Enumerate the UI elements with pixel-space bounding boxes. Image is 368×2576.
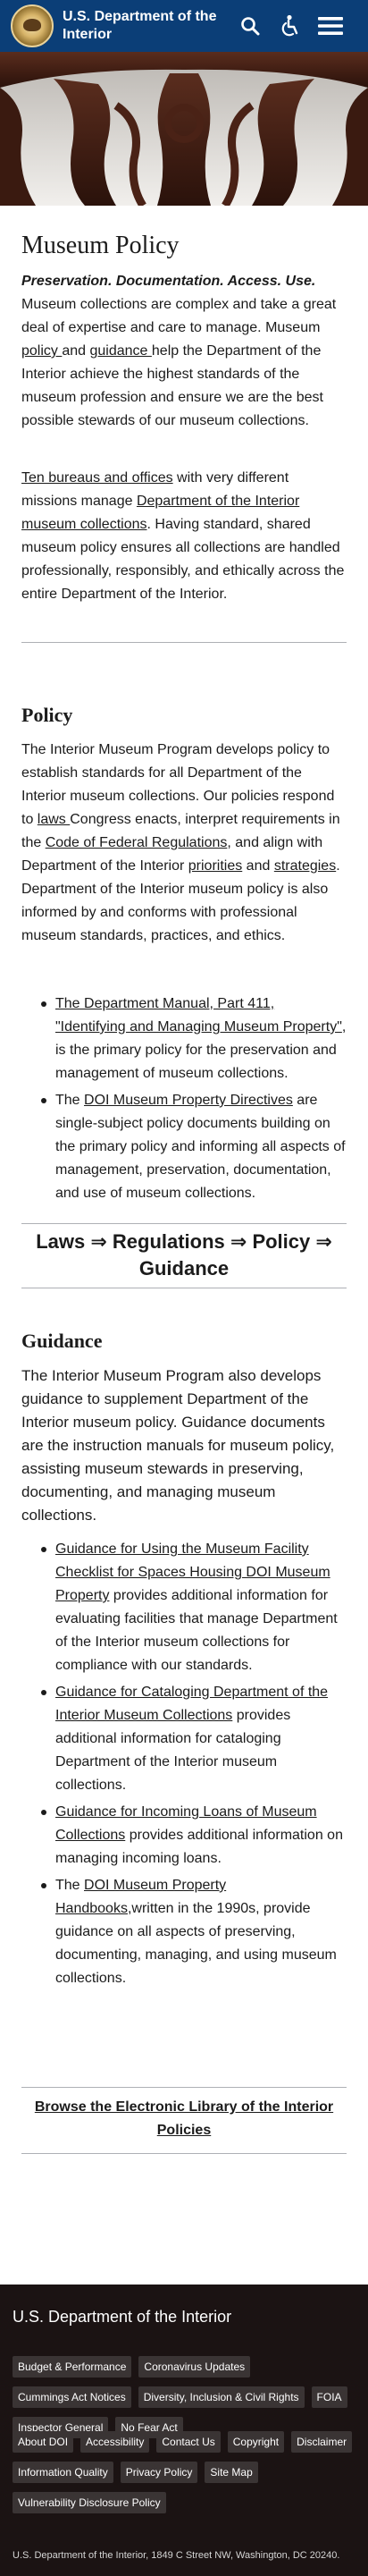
guidance-intro-paragraph: The Interior Museum Program also develop… bbox=[21, 1367, 335, 1524]
list-item-text: are single-subject policy documents buil… bbox=[55, 1093, 346, 1201]
doi-seal-logo[interactable] bbox=[11, 4, 54, 47]
footer-link[interactable]: Coronavirus Updates bbox=[138, 2356, 251, 2378]
footer-link[interactable]: Site Map bbox=[205, 2462, 258, 2483]
list-item-text: The bbox=[55, 1093, 85, 1108]
list-item: The Department Manual, Part 411, "Identi… bbox=[41, 992, 347, 1085]
footer-secondary-links: About DOI Accessibility Contact Us Copyr… bbox=[13, 2431, 363, 2513]
museum-property-directives-link[interactable]: DOI Museum Property Directives bbox=[84, 1093, 293, 1108]
site-header: U.S. Department of the Interior bbox=[0, 0, 368, 52]
policy-paragraph: The Interior Museum Program develops pol… bbox=[21, 739, 347, 948]
laws-link[interactable]: laws bbox=[38, 812, 70, 827]
divider bbox=[21, 642, 347, 643]
footer-link[interactable]: Vulnerability Disclosure Policy bbox=[13, 2492, 166, 2513]
policy-text: and bbox=[242, 858, 274, 874]
footer-link[interactable]: Privacy Policy bbox=[120, 2462, 198, 2483]
list-item-text: The bbox=[55, 1878, 85, 1893]
priorities-link[interactable]: priorities bbox=[188, 858, 242, 874]
bureaus-offices-link[interactable]: Ten bureaus and offices bbox=[21, 470, 173, 486]
accessibility-icon[interactable] bbox=[275, 12, 304, 40]
footer-link[interactable]: Accessibility bbox=[80, 2431, 150, 2453]
carved-chair-illustration bbox=[0, 52, 368, 206]
policy-heading: Policy bbox=[21, 704, 73, 726]
laws-regulations-policy-guidance-banner: Laws ⇒ Regulations ⇒ Policy ⇒ Guidance bbox=[36, 1230, 332, 1280]
footer-link[interactable]: Copyright bbox=[227, 2431, 285, 2453]
footer-link[interactable]: Contact Us bbox=[156, 2431, 221, 2453]
divider bbox=[21, 1223, 347, 1224]
browse-electronic-library-link[interactable]: Browse the Electronic Library of the Int… bbox=[21, 2096, 347, 2142]
policy-list: The Department Manual, Part 411, "Identi… bbox=[21, 992, 347, 1209]
guidance-heading: Guidance bbox=[21, 1330, 103, 1352]
footer-link[interactable]: Cummings Act Notices bbox=[13, 2386, 131, 2408]
intro-paragraph: Preservation. Documentation. Access. Use… bbox=[21, 270, 347, 433]
guidance-link[interactable]: guidance bbox=[90, 343, 152, 359]
department-manual-link[interactable]: The Department Manual, Part 411, "Identi… bbox=[55, 996, 342, 1035]
intro-text: Museum collections are complex and take … bbox=[21, 297, 337, 335]
divider bbox=[21, 2153, 347, 2154]
page-title: Museum Policy bbox=[21, 232, 180, 259]
intro-tagline: Preservation. Documentation. Access. Use… bbox=[21, 274, 316, 289]
footer-link[interactable]: FOIA bbox=[311, 2386, 347, 2408]
strategies-link[interactable]: strategies bbox=[274, 858, 336, 874]
footer-link[interactable]: Diversity, Inclusion & Civil Rights bbox=[138, 2386, 305, 2408]
bureaus-paragraph: Ten bureaus and offices with very differ… bbox=[21, 467, 347, 606]
list-item: Guidance for Using the Museum Facility C… bbox=[41, 1538, 347, 1677]
guidance-list: Guidance for Using the Museum Facility C… bbox=[21, 1538, 347, 1994]
list-item: The DOI Museum Property Handbooks,writte… bbox=[41, 1874, 347, 1990]
list-item: The DOI Museum Property Directives are s… bbox=[41, 1089, 347, 1205]
policy-link[interactable]: policy bbox=[21, 343, 62, 359]
hero-image-chair-back bbox=[0, 52, 368, 206]
menu-icon[interactable] bbox=[316, 12, 345, 40]
footer-address: U.S. Department of the Interior, 1849 C … bbox=[13, 2550, 340, 2561]
divider bbox=[21, 2087, 347, 2088]
footer-link[interactable]: Budget & Performance bbox=[13, 2356, 132, 2378]
search-icon[interactable] bbox=[236, 12, 264, 40]
cfr-link[interactable]: Code of Federal Regulations bbox=[46, 835, 228, 850]
site-title[interactable]: U.S. Department of the Interior bbox=[63, 8, 223, 44]
list-item: Guidance for Incoming Loans of Museum Co… bbox=[41, 1801, 347, 1871]
site-footer: U.S. Department of the Interior Budget &… bbox=[0, 2285, 368, 2576]
footer-title[interactable]: U.S. Department of the Interior bbox=[13, 2306, 231, 2327]
footer-link[interactable]: Disclaimer bbox=[291, 2431, 353, 2453]
footer-link[interactable]: About DOI bbox=[13, 2431, 74, 2453]
list-item: Guidance for Cataloging Department of th… bbox=[41, 1681, 347, 1797]
intro-text: and bbox=[62, 343, 90, 359]
footer-link[interactable]: Information Quality bbox=[13, 2462, 113, 2483]
footer-primary-links: Budget & Performance Coronavirus Updates… bbox=[13, 2356, 363, 2438]
